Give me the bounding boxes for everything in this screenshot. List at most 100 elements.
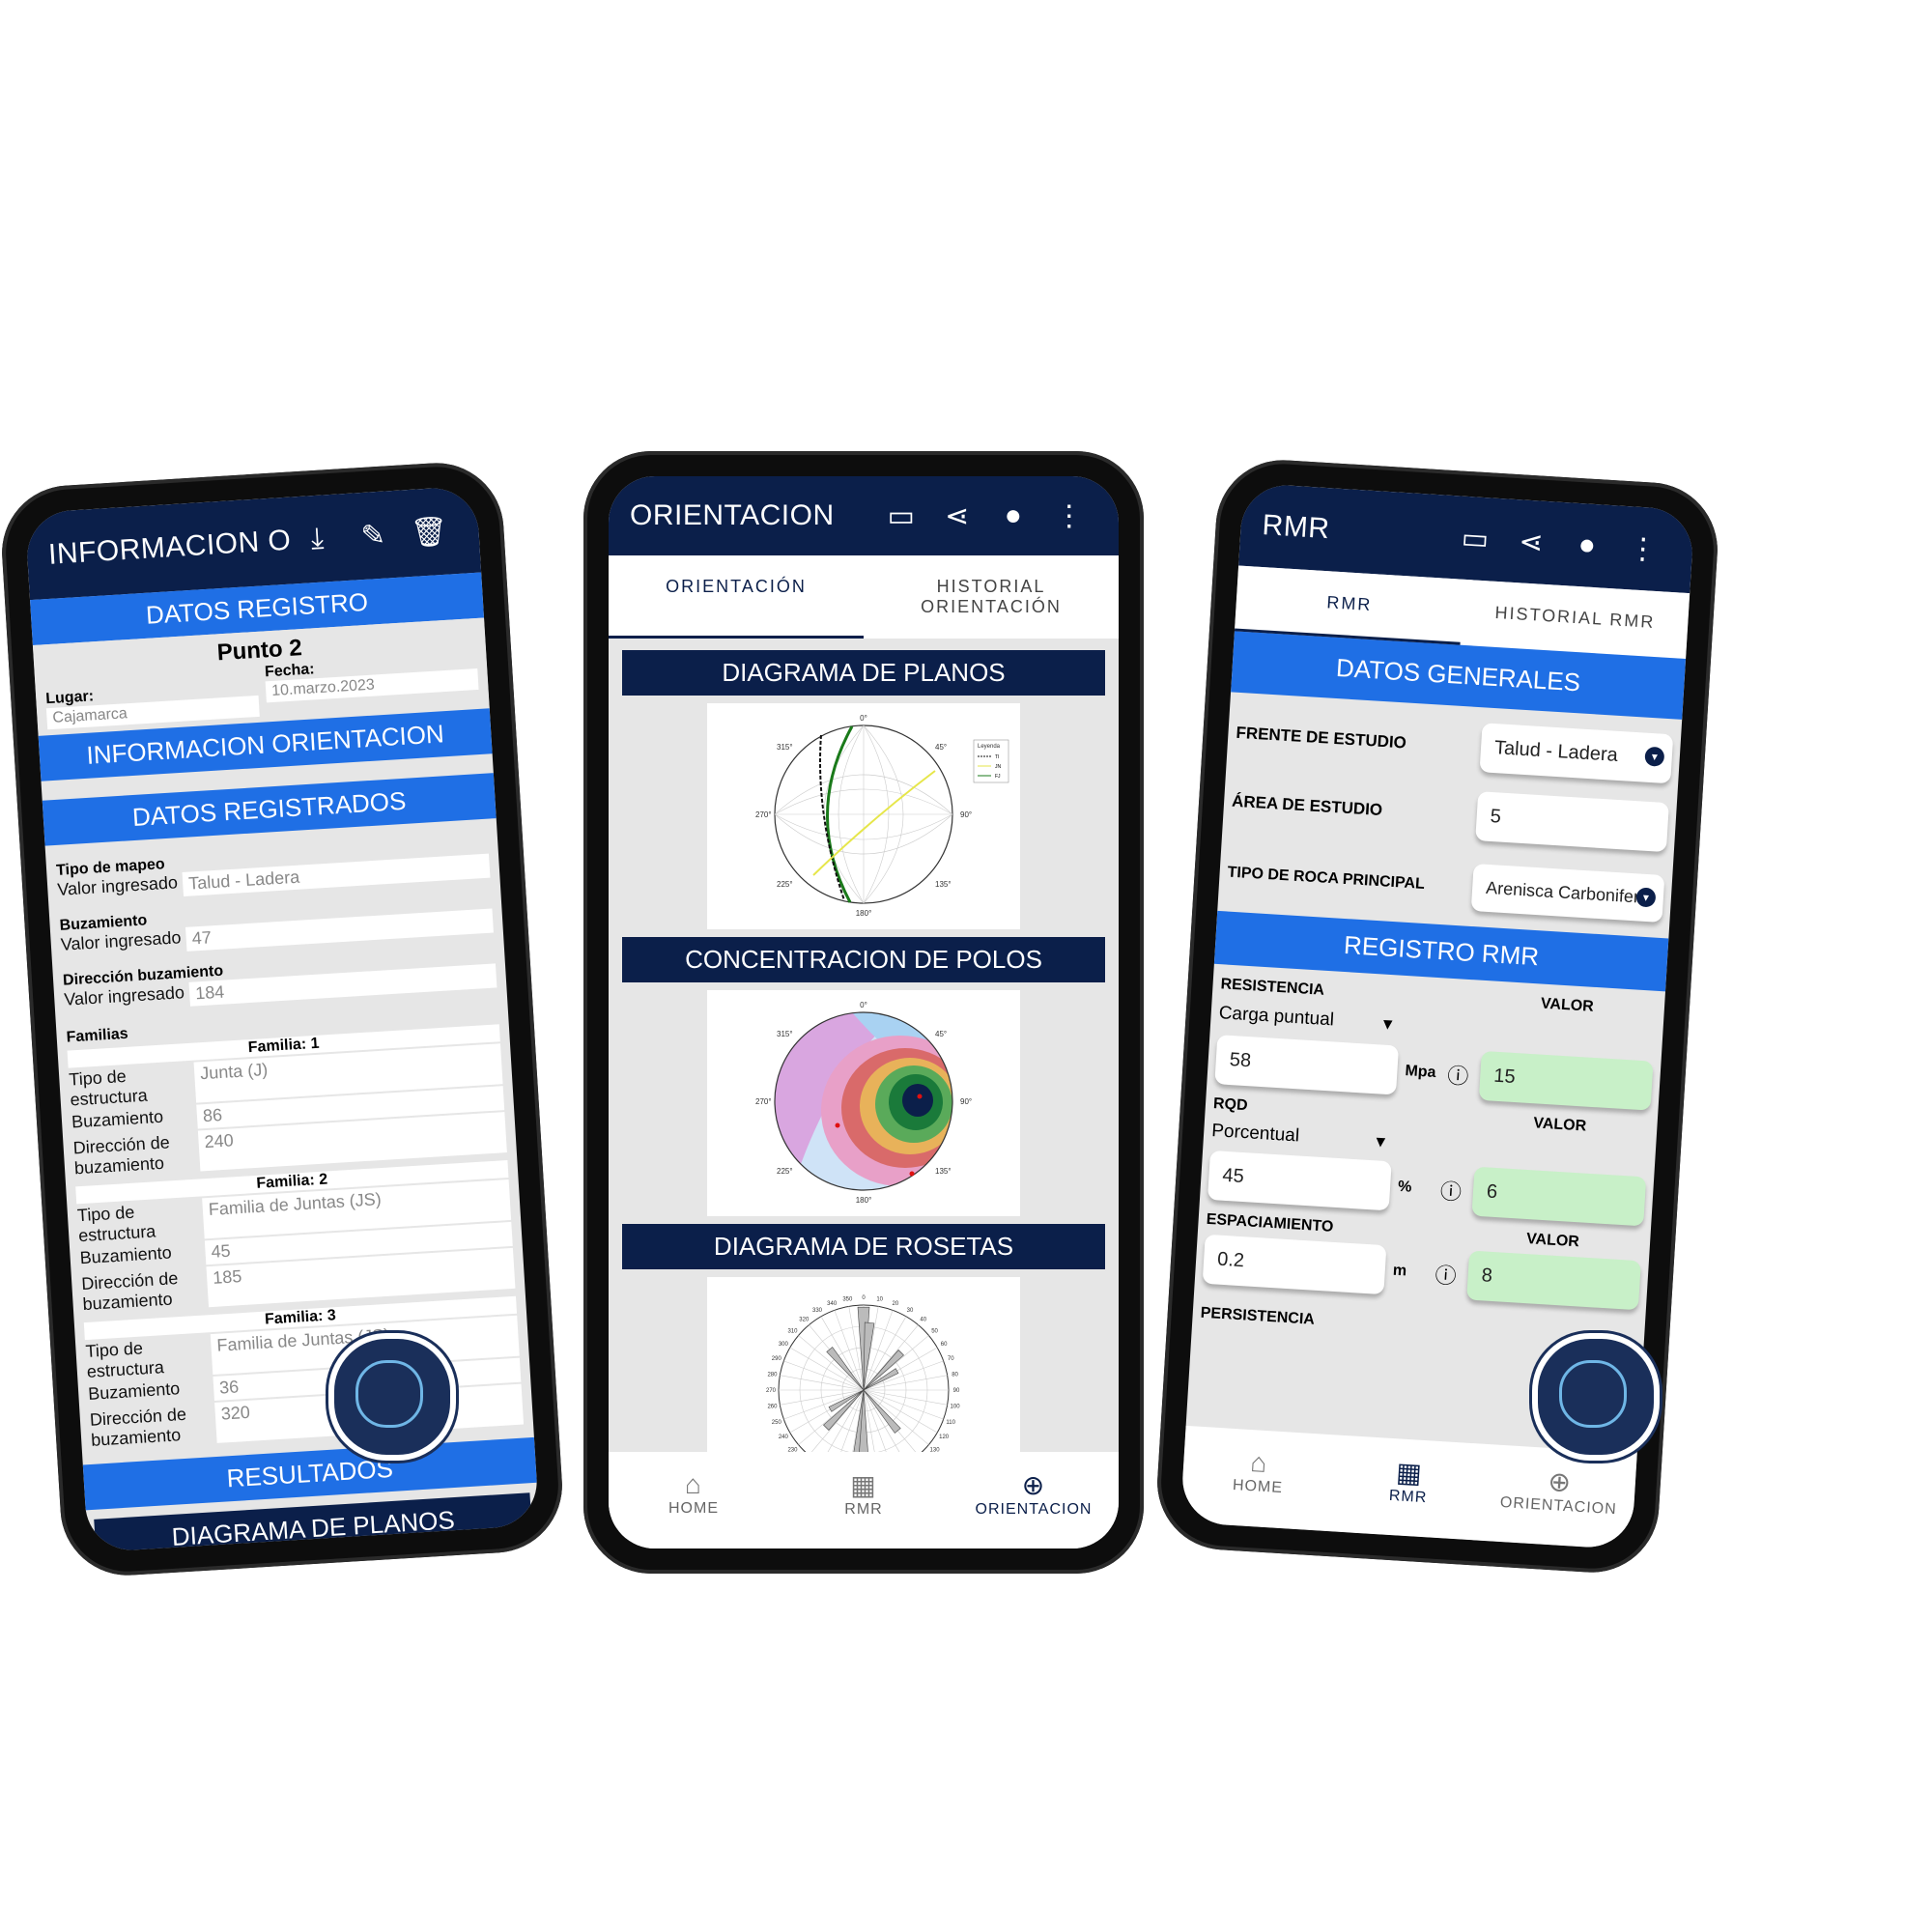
legend-title: Leyenda: [978, 744, 1001, 750]
valor-label: VALOR: [1540, 995, 1595, 1015]
stereo-label: 270°: [755, 810, 772, 819]
valor-label: VALOR: [1525, 1231, 1580, 1251]
stereo-label: 270°: [755, 1097, 772, 1106]
center-phone-screen: ORIENTACION ▭ ⋖ ● ⋮ ORIENTACIÓN HISTORIA…: [609, 476, 1119, 1548]
rose-angle-label: 20: [892, 1301, 898, 1307]
caret-down-icon: ▾: [1375, 1131, 1386, 1152]
stereo-label: 45°: [935, 743, 947, 752]
center-phone: ORIENTACION ▭ ⋖ ● ⋮ ORIENTACIÓN HISTORIA…: [583, 451, 1144, 1574]
rose-angle-label: 50: [931, 1328, 938, 1334]
stereo-label: 315°: [777, 743, 793, 752]
monitor-icon[interactable]: ▭: [1446, 520, 1504, 556]
tab-orientacion[interactable]: ORIENTACIÓN: [609, 555, 864, 639]
familia-row-label: Tipo de estructura: [68, 1065, 149, 1110]
rose-angle-label: 30: [907, 1308, 914, 1314]
person-icon[interactable]: ●: [1558, 527, 1616, 563]
rose-angle-label: 300: [779, 1342, 789, 1348]
home-icon: ⌂: [685, 1469, 702, 1499]
monitor-icon[interactable]: ▭: [873, 499, 929, 533]
espaciamiento-label: ESPACIAMIENTO: [1206, 1210, 1334, 1236]
center-app-bar: ORIENTACION ▭ ⋖ ● ⋮: [609, 476, 1119, 555]
help-icon[interactable]: ⓘ: [1439, 1174, 1466, 1207]
nav-home[interactable]: ⌂ HOME: [1180, 1426, 1337, 1531]
center-tabs: ORIENTACIÓN HISTORIAL ORIENTACIÓN: [609, 555, 1119, 639]
help-icon[interactable]: ⓘ: [1435, 1258, 1462, 1291]
stereo-label: 0°: [860, 1001, 867, 1009]
tab-rmr[interactable]: RMR: [1234, 565, 1464, 645]
rqd-type-select[interactable]: Porcentual ▾: [1211, 1121, 1386, 1153]
rose-angle-label: 120: [939, 1435, 950, 1440]
share-icon[interactable]: ⋖: [1502, 524, 1560, 560]
familia-row-label: Dirección de buzamiento: [72, 1132, 171, 1179]
datos-registrados-list: Tipo de mapeo Valor ingresado Talud - Lad…: [45, 818, 534, 1455]
frente-label: FRENTE DE ESTUDIO: [1235, 723, 1407, 752]
stereo-label: 45°: [935, 1030, 947, 1038]
more-vert-icon[interactable]: ⋮: [1041, 499, 1097, 533]
tab-historial-rmr[interactable]: HISTORIAL RMR: [1461, 580, 1690, 659]
left-phone-screen: INFORMACION ORIEN... ⤓ ✎ 🗑 DATOS REGISTR…: [24, 485, 540, 1553]
legend-item: TI: [995, 754, 999, 760]
home-icon: ⌂: [1249, 1447, 1269, 1479]
stereo-label: 225°: [777, 880, 793, 889]
stereonet-polos-svg: 0° 45° 90° 135° 180° 225° 270° 315°: [755, 1001, 972, 1205]
caret-down-icon: ▾: [1382, 1013, 1394, 1036]
espaciamiento-input[interactable]: 0.2: [1202, 1234, 1387, 1295]
rqd-input[interactable]: 45: [1207, 1150, 1392, 1211]
rose-angle-label: 240: [779, 1435, 789, 1440]
familia-row-label: Dirección de buzamiento: [89, 1404, 187, 1450]
rose-angle-label: 10: [876, 1296, 883, 1302]
center-bottom-nav: ⌂ HOME ▦ RMR ⊕ ORIENTACION: [609, 1452, 1119, 1548]
area-input[interactable]: 5: [1475, 791, 1669, 853]
right-app-title: RMR: [1261, 509, 1331, 546]
section-diagrama-rosetas: DIAGRAMA DE ROSETAS: [622, 1224, 1105, 1269]
nav-orientacion-label: ORIENTACION: [975, 1501, 1093, 1518]
rose-angle-label: 250: [772, 1420, 782, 1426]
person-icon[interactable]: ●: [985, 499, 1041, 532]
rose-angle-label: 340: [827, 1301, 838, 1307]
resistencia-type-select[interactable]: Carga puntual ▾: [1218, 1003, 1393, 1036]
familia-card: Familia: 1 Tipo de estructura Junta (J) B…: [67, 1024, 507, 1179]
nav-rmr[interactable]: ▦ RMR: [1330, 1435, 1487, 1540]
stereo-label: 0°: [860, 714, 867, 723]
nav-rmr-label: RMR: [844, 1501, 883, 1518]
center-content: DIAGRAMA DE PLANOS 0° 45° 90° 135° 180° …: [609, 639, 1119, 1534]
resistencia-unit: Mpa: [1404, 1062, 1436, 1081]
tab-historial-orientacion[interactable]: HISTORIAL ORIENTACIÓN: [864, 555, 1119, 639]
roca-value: Arenisca Carbonifera: [1485, 877, 1650, 908]
rose-angle-label: 40: [920, 1317, 926, 1322]
rose-angle-label: 90: [953, 1388, 960, 1394]
resistencia-input[interactable]: 58: [1214, 1035, 1400, 1095]
more-vert-icon[interactable]: ⋮: [1614, 530, 1672, 567]
rose-angle-label: 290: [772, 1356, 782, 1362]
nav-orientacion[interactable]: ⊕ ORIENTACION: [1481, 1444, 1637, 1549]
familia-card: Familia: 3 Tipo de estructura Familia de …: [83, 1295, 525, 1451]
rqd-unit: %: [1397, 1178, 1412, 1196]
nav-rmr[interactable]: ▦ RMR: [779, 1452, 949, 1548]
section-concentracion-polos: CONCENTRACION DE POLOS: [622, 937, 1105, 982]
rose-angle-label: 280: [767, 1372, 778, 1378]
delete-icon[interactable]: 🗑: [400, 514, 458, 551]
roca-select[interactable]: Arenisca Carbonifera ▾: [1470, 864, 1665, 923]
nav-home[interactable]: ⌂ HOME: [609, 1452, 779, 1548]
download-icon[interactable]: ⤓: [289, 521, 347, 556]
familia-row-label: Tipo de estructura: [76, 1202, 156, 1246]
roca-label: TIPO DE ROCA PRINCIPAL: [1227, 863, 1426, 893]
familia-row-label: Dirección de buzamiento: [80, 1268, 179, 1315]
share-icon[interactable]: ⋖: [929, 499, 985, 533]
rose-angle-label: 330: [812, 1308, 823, 1314]
edit-icon[interactable]: ✎: [345, 517, 403, 554]
frente-select[interactable]: Talud - Ladera ▾: [1479, 723, 1674, 784]
familia-card: Familia: 2 Tipo de estructura Familia de …: [75, 1160, 516, 1315]
rose-angle-label: 110: [946, 1420, 955, 1426]
left-app-title: INFORMACION ORIEN...: [47, 524, 291, 571]
center-app-title: ORIENTACION: [630, 499, 835, 531]
stereo-label: 180°: [856, 1196, 872, 1205]
rose-angle-label: 270: [766, 1388, 777, 1394]
rose-angle-label: 70: [948, 1356, 954, 1362]
help-icon[interactable]: ⓘ: [1446, 1058, 1473, 1091]
rqd-type: Porcentual: [1210, 1120, 1300, 1147]
logo-circuit-icon: [1559, 1360, 1627, 1428]
nav-orientacion[interactable]: ⊕ ORIENTACION: [949, 1452, 1119, 1548]
registro-rmr-form: RESISTENCIA VALOR Carga puntual ▾ 58 Mpa …: [1191, 964, 1665, 1361]
stereo-label: 135°: [935, 1167, 952, 1176]
